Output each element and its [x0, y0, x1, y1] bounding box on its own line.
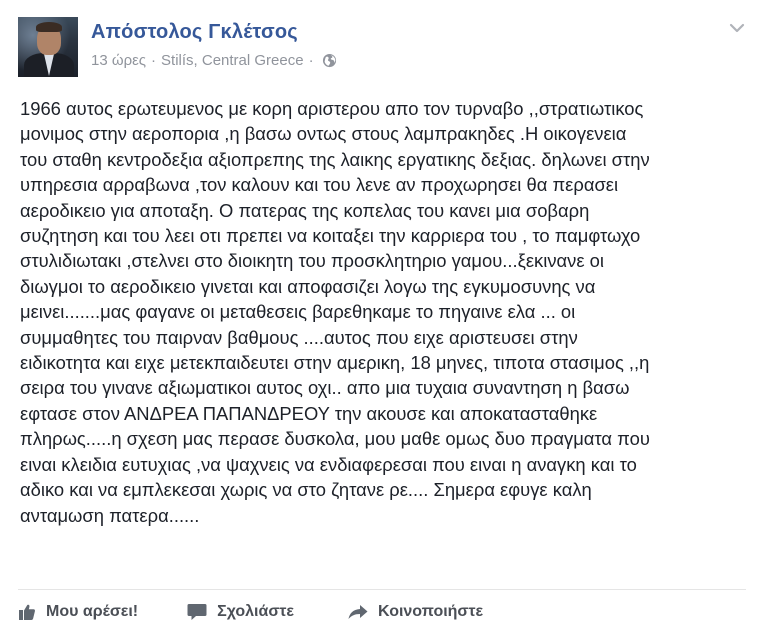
post-text-line: σειρα του γινανε αξιωματικοι αυτος οχι..… [20, 377, 630, 399]
post-text-line: ειδικοτητα και ειχε μετεκπαιδευτει στην … [20, 352, 650, 374]
post-text-line: διωγμοι το αεροδικειο γινεται και αποφασ… [20, 275, 596, 297]
facebook-post: Απόστολος Γκλέτσος 13 ώρες · Stilís, Cen… [0, 0, 764, 640]
post-text-line: πληρως.....η σχεση μας περασε δυσκολα, μ… [20, 428, 650, 450]
post-actions-bar: Μου αρέσει! Σχολιάστε Κοινοποιήστε [18, 597, 483, 627]
post-header: Απόστολος Γκλέτσος 13 ώρες · Stilís, Cen… [18, 17, 746, 79]
post-text-line: στυλιδιωτακι ,στελνει στο διοικητη του π… [20, 250, 604, 272]
like-label: Μου αρέσει! [46, 603, 139, 620]
post-meta: 13 ώρες · Stilís, Central Greece · [91, 52, 337, 69]
like-button[interactable]: Μου αρέσει! [18, 603, 138, 621]
globe-icon[interactable] [322, 53, 337, 68]
post-text-line: ειναι κλειδια ευτυχιας ,να ψαχνεις να εν… [20, 453, 637, 475]
chevron-down-icon[interactable] [728, 19, 746, 37]
post-text-line: αεροδικειο για αποταξη. Ο πατερας της κο… [20, 199, 590, 221]
meta-separator-2: · [308, 52, 314, 69]
comment-button[interactable]: Σχολιάστε [187, 603, 294, 621]
share-arrow-icon [348, 605, 368, 619]
post-text-line: μονιμος στην αεροπορια ,η βασω οντως στο… [20, 123, 627, 145]
post-text-line: υπηρεσια αρραβωνα ,τον καλουν και του λε… [20, 174, 619, 196]
post-body-text: 1966 αυτος ερωτευμενος με κορη αριστερου… [20, 96, 750, 528]
post-text-line: του σταθη κεντροδεξια αξιοπρεπης της λαι… [20, 148, 650, 170]
post-text-line: συμμαθητες του παιρναν βαθμους ....αυτος… [20, 326, 578, 348]
post-time[interactable]: 13 ώρες [91, 52, 146, 69]
post-text-line: συζητηση και του λεει οτι πρεπει να κοιτ… [20, 225, 641, 247]
thumbs-up-icon [19, 604, 35, 620]
post-text-line: μεινει.......μας φαγανε οι μεταθεσεις βα… [20, 301, 576, 323]
share-button[interactable]: Κοινοποιήστε [348, 603, 483, 621]
avatar[interactable] [18, 17, 78, 77]
post-text-line: αδικο και να εμπλεκεσαι χωρις να στο ζητ… [20, 479, 592, 501]
share-label: Κοινοποιήστε [378, 603, 484, 620]
post-text-line: 1966 αυτος ερωτευμενος με κορη αριστερου… [20, 98, 644, 119]
comment-label: Σχολιάστε [217, 603, 294, 620]
post-text-line: εφτασε στον ΑΝΔΡΕΑ ΠΑΠΑΝΔΡΕΟΥ την ακουσε… [20, 402, 598, 424]
author-name[interactable]: Απόστολος Γκλέτσος [91, 21, 298, 44]
meta-separator: · [151, 52, 157, 69]
comment-icon [187, 604, 207, 620]
post-location[interactable]: Stilís, Central Greece [161, 52, 304, 69]
divider [18, 589, 746, 590]
post-text-line: ανταμωση πατερα...... [20, 504, 200, 526]
